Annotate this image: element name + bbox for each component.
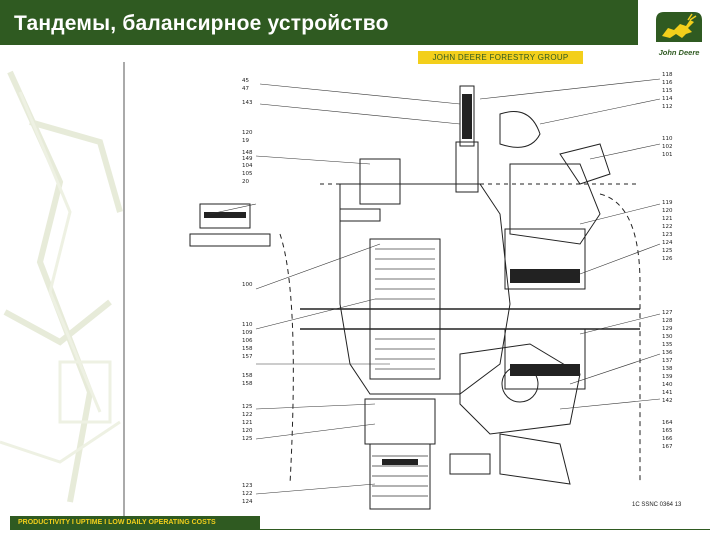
left-callouts: 4547143 148149 12019 10410520 100110109 … xyxy=(242,78,253,505)
svg-text:122: 122 xyxy=(242,412,253,418)
svg-text:20: 20 xyxy=(242,179,249,185)
svg-text:120: 120 xyxy=(662,208,673,214)
svg-text:124: 124 xyxy=(662,240,673,246)
group-label: JOHN DEERE FORESTRY GROUP xyxy=(418,51,583,64)
svg-text:105: 105 xyxy=(242,171,253,177)
svg-text:109: 109 xyxy=(242,330,253,336)
balancer-assembly-diagram: 4547143 148149 12019 10410520 100110109 … xyxy=(189,72,673,510)
svg-text:157: 157 xyxy=(242,354,253,360)
svg-text:122: 122 xyxy=(662,224,673,230)
svg-text:128: 128 xyxy=(662,318,673,324)
svg-text:127: 127 xyxy=(662,310,673,316)
svg-text:122: 122 xyxy=(242,491,253,497)
john-deere-logo: John Deere xyxy=(642,8,716,64)
page-title: Тандемы, балансирное устройство xyxy=(14,12,389,35)
svg-text:115: 115 xyxy=(662,88,673,94)
svg-text:116: 116 xyxy=(662,80,673,86)
svg-text:123: 123 xyxy=(662,232,673,238)
svg-text:121: 121 xyxy=(662,216,673,222)
svg-text:110: 110 xyxy=(242,322,253,328)
svg-text:19: 19 xyxy=(242,138,249,144)
svg-text:167: 167 xyxy=(662,444,673,450)
svg-text:123: 123 xyxy=(242,483,253,489)
svg-text:125: 125 xyxy=(242,436,253,442)
right-callouts: 118 116 115 114 112 110 102 101 119 120 121 122… xyxy=(662,72,673,450)
svg-text:45: 45 xyxy=(242,78,249,84)
svg-text:137: 137 xyxy=(662,358,673,364)
svg-text:120: 120 xyxy=(242,428,253,434)
svg-text:125: 125 xyxy=(662,248,673,254)
machine-watermark xyxy=(0,62,125,517)
title-bar: Тандемы, балансирное устройство xyxy=(0,0,638,45)
svg-text:138: 138 xyxy=(662,366,673,372)
svg-text:141: 141 xyxy=(662,390,673,396)
svg-text:129: 129 xyxy=(662,326,673,332)
svg-text:101: 101 xyxy=(662,152,673,158)
svg-text:143: 143 xyxy=(242,100,253,106)
svg-text:135: 135 xyxy=(662,342,673,348)
svg-text:125: 125 xyxy=(242,404,253,410)
svg-text:136: 136 xyxy=(662,350,673,356)
svg-text:140: 140 xyxy=(662,382,673,388)
svg-text:158: 158 xyxy=(242,381,253,387)
svg-text:142: 142 xyxy=(662,398,673,404)
svg-text:166: 166 xyxy=(662,436,673,442)
svg-text:149: 149 xyxy=(242,156,253,162)
svg-text:158: 158 xyxy=(242,346,253,352)
svg-text:164: 164 xyxy=(662,420,673,426)
svg-text:139: 139 xyxy=(662,374,673,380)
svg-text:119: 119 xyxy=(662,200,673,206)
svg-text:165: 165 xyxy=(662,428,673,434)
svg-text:130: 130 xyxy=(662,334,673,340)
svg-text:110: 110 xyxy=(662,136,673,142)
svg-text:47: 47 xyxy=(242,86,249,92)
svg-text:100: 100 xyxy=(242,282,253,288)
svg-text:120: 120 xyxy=(242,130,253,136)
svg-text:104: 104 xyxy=(242,163,253,169)
footer-slogan: PRODUCTIVITY I UPTIME I LOW DAILY OPERAT… xyxy=(10,516,260,530)
svg-text:126: 126 xyxy=(662,256,673,262)
svg-text:114: 114 xyxy=(662,96,673,102)
svg-text:158: 158 xyxy=(242,373,253,379)
logo-text: John Deere xyxy=(658,48,700,57)
svg-text:124: 124 xyxy=(242,499,253,505)
svg-text:102: 102 xyxy=(662,144,673,150)
footer-divider xyxy=(260,529,710,530)
svg-text:112: 112 xyxy=(662,104,673,110)
svg-text:121: 121 xyxy=(242,420,253,426)
deer-icon xyxy=(656,12,702,42)
svg-text:106: 106 xyxy=(242,338,253,344)
svg-text:118: 118 xyxy=(662,72,673,78)
diagram-code: 1C SSNC 0364 13 xyxy=(632,502,682,508)
